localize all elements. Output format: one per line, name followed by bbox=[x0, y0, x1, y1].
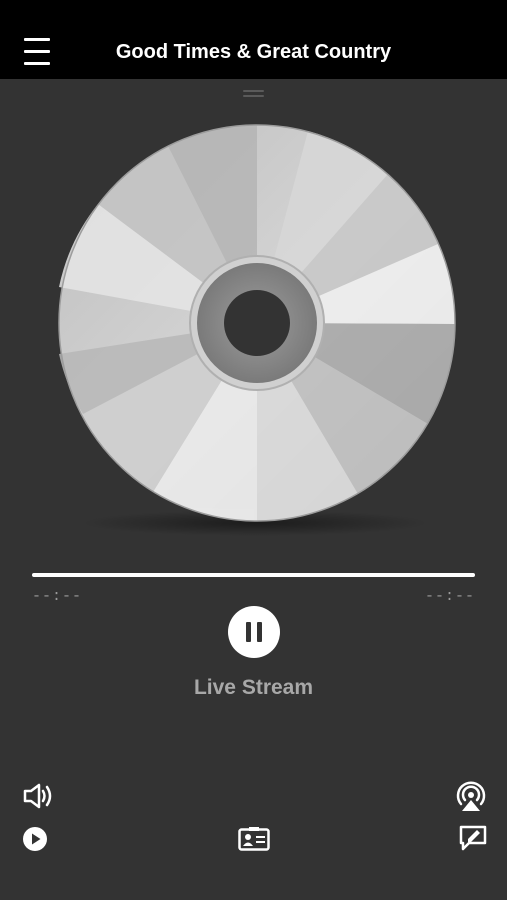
pause-icon bbox=[246, 622, 251, 642]
live-stream-label: Live Stream bbox=[193, 676, 314, 699]
remaining-time: --:-- bbox=[424, 588, 475, 605]
volume-icon[interactable] bbox=[22, 782, 54, 810]
airplay-icon[interactable] bbox=[454, 780, 488, 812]
feedback-edit-icon[interactable] bbox=[458, 824, 488, 852]
compact-disc-artwork bbox=[58, 124, 456, 522]
top-bar: Good Times & Great Country bbox=[0, 0, 507, 79]
play-circle-icon[interactable] bbox=[22, 826, 48, 852]
station-title: Good Times & Great Country bbox=[115, 41, 392, 63]
pause-button[interactable] bbox=[228, 606, 280, 658]
drag-handle-line-top bbox=[243, 90, 264, 92]
elapsed-time: --:-- bbox=[32, 588, 83, 605]
drag-handle-line-bottom bbox=[243, 95, 264, 97]
contact-card-icon[interactable] bbox=[238, 826, 270, 852]
playback-progress-bar[interactable] bbox=[32, 573, 475, 577]
